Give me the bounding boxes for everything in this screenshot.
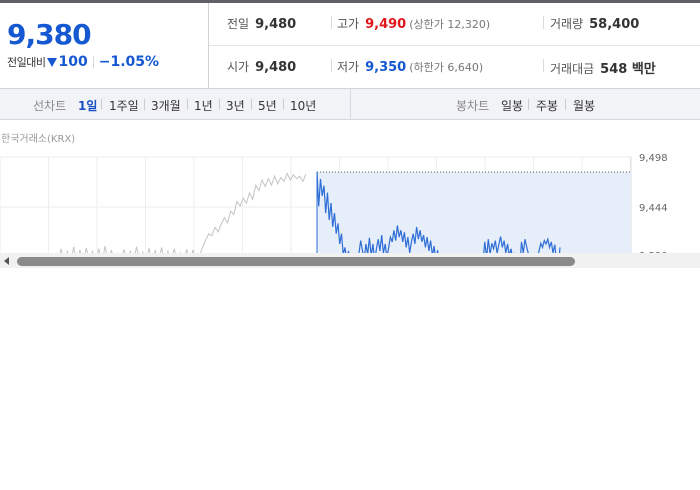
stat-divider [543,59,544,72]
previous-day-line [59,172,307,253]
tab-monthly-candle[interactable]: 월봉 [573,97,595,114]
period-toolbar: 선차트 1일 1주일 3개월 1년 3년 5년 10년 봉차트 일봉 주봉 월봉 [0,89,700,120]
tab-divider [101,99,102,110]
current-price: 9,380 [7,18,92,51]
candle-chart-label: 봉차트 [456,99,490,113]
tab-1day[interactable]: 1일 [78,97,97,114]
tab-divider [251,99,252,110]
stat-low: 저가 9,350 (하한가 6,640) [337,60,484,75]
stats-row-1: 전일 9,480 고가 9,490 (상한가 12,320) 거래량 58,400 [209,3,700,46]
tab-daily-candle[interactable]: 일봉 [501,97,523,114]
tab-10year[interactable]: 10년 [290,97,316,114]
price-box: 9,380 전일대비 100 −1.05% [0,3,209,88]
stat-trade-value: 거래대금 548 백만 [550,62,656,77]
quote-summary: 9,380 전일대비 100 −1.05% 전일 9,480 고가 9,490 (상한가 … [0,3,700,89]
y-tick-label: 9,498 [639,153,668,164]
y-tick-label: 9,444 [639,203,668,214]
change-amount: 100 [58,54,88,70]
stat-open: 시가 9,480 [227,60,297,75]
change-label: 전일대비 [7,56,46,69]
line-chart-label: 선차트 [33,99,67,113]
stat-divider [331,16,332,29]
toolbar-divider [350,89,351,119]
tab-weekly-candle[interactable]: 주봉 [536,97,558,114]
upper-limit: (상한가 12,320) [409,18,491,31]
today-area-fill [317,172,631,253]
stat-prev-close: 전일 9,480 [227,17,297,32]
tab-3month[interactable]: 3개월 [151,97,181,114]
tab-divider [144,99,145,110]
stat-volume: 거래량 58,400 [550,17,640,32]
down-triangle-icon [47,58,58,67]
tab-divider [283,99,284,110]
stats-row-2: 시가 9,480 저가 9,350 (하한가 6,640) 거래대금 548 백만 [209,46,700,88]
change-divider [92,56,94,68]
stat-high: 고가 9,490 (상한가 12,320) [337,17,491,32]
change-percent: −1.05% [98,54,160,70]
stat-divider [331,59,332,72]
tab-divider [528,99,529,110]
scroll-left-arrow-icon[interactable] [4,257,9,265]
price-chart: 9,4989,4449,390 [0,153,668,253]
tab-1week[interactable]: 1주일 [109,97,139,114]
stat-divider [543,16,544,29]
price-change: 전일대비 100 −1.05% [7,54,159,70]
quote-stats: 전일 9,480 고가 9,490 (상한가 12,320) 거래량 58,400 시가… [209,3,700,88]
tab-divider [565,99,566,110]
scrollbar-thumb[interactable] [17,257,575,266]
tab-divider [219,99,220,110]
tab-5year[interactable]: 5년 [258,97,277,114]
data-source: 한국거래소(KRX) [1,134,76,145]
tab-1year[interactable]: 1년 [194,97,213,114]
tab-divider [187,99,188,110]
lower-limit: (하한가 6,640) [409,61,484,74]
tab-3year[interactable]: 3년 [226,97,245,114]
